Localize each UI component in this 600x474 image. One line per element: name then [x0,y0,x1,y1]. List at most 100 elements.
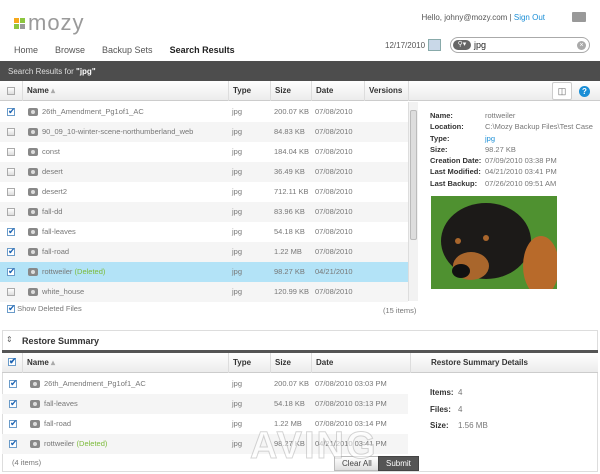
file-size: 36.49 KB [274,167,305,176]
table-row[interactable]: white_house jpg 120.99 KB 07/08/2010 [0,282,408,302]
mozy-logo[interactable]: mozy [14,10,85,36]
file-date: 07/08/2010 [315,147,353,156]
restore-title: Restore Summary [22,336,100,346]
row-checkbox[interactable] [9,438,18,449]
row-checkbox[interactable] [7,148,15,156]
user-greeting: Hello, johny@mozy.com | Sign Out [422,13,545,22]
row-checkbox[interactable] [7,266,16,277]
row-checkbox[interactable] [7,226,16,237]
file-date: 07/08/2010 [315,127,353,136]
select-all-checkbox[interactable] [7,87,15,95]
table-row[interactable]: fall-road jpg 1.22 MB 07/08/2010 [0,242,408,262]
book-icon[interactable]: ◫ [552,82,572,100]
table-row[interactable]: 26th_Amendment_Pg1of1_AC jpg 200.07 KB 0… [2,374,408,394]
file-size: 712.11 KB [274,187,309,196]
file-size: 184.04 KB [274,147,310,156]
table-row[interactable]: fall-leaves jpg 54.18 KB 07/08/2010 03:1… [2,394,408,414]
file-date: 07/08/2010 03:13 PM [315,399,387,408]
aving-watermark: AVING [250,425,378,468]
show-deleted-toggle[interactable]: Show Deleted Files [7,303,82,314]
table-row[interactable]: 26th_Amendment_Pg1of1_AC jpg 200.07 KB 0… [0,102,408,122]
restore-header: Name ▴ Type Size Date Restore Summary De… [2,353,598,373]
col-type[interactable]: Type [228,81,270,101]
file-size: 1.22 MB [274,247,302,256]
col-versions[interactable]: Versions [364,81,408,101]
help-icon[interactable]: ? [579,86,590,97]
nav-browse[interactable]: Browse [55,45,85,55]
clear-search-icon[interactable]: × [577,41,586,50]
nav-search-results[interactable]: Search Results [170,45,235,55]
image-file-icon [30,400,40,408]
logo-text: mozy [28,10,85,35]
nav-home[interactable]: Home [14,45,38,55]
detail-row: Creation Date: 07/09/2010 03:38 PM [430,156,557,166]
row-checkbox[interactable] [7,246,16,257]
file-name: fall-dd [42,207,63,216]
search-results-bar: Search Results for "jpg" [0,61,600,81]
row-checkbox[interactable] [9,418,18,429]
calendar-icon[interactable] [428,39,441,51]
search-icon[interactable]: ⚲▾ [453,40,471,50]
summary-row: Size: 1.56 MB [430,421,488,430]
image-file-icon [28,108,38,116]
row-checkbox[interactable] [7,106,16,117]
image-file-icon [28,128,38,136]
col-name[interactable]: Name ▴ [22,81,228,101]
sign-out-link[interactable]: Sign Out [514,13,545,22]
image-file-icon [30,380,40,388]
collapse-icon[interactable]: ⇕ [6,335,13,344]
image-file-icon [28,288,38,296]
nav-backup-sets[interactable]: Backup Sets [102,45,153,55]
col-size[interactable]: Size [270,81,311,101]
file-size: 200.07 KB [274,379,310,388]
table-row[interactable]: const jpg 184.04 KB 07/08/2010 [0,142,408,162]
image-file-icon [28,228,38,236]
file-name: const [42,147,60,156]
file-name: fall-road [44,419,72,428]
results-scrollbar[interactable] [408,102,418,301]
mail-icon[interactable] [572,12,586,22]
col-date[interactable]: Date [311,81,364,101]
file-date: 07/08/2010 [315,187,353,196]
row-checkbox[interactable] [7,168,15,176]
restore-col-name[interactable]: Name ▴ [22,353,228,373]
row-checkbox[interactable] [7,288,15,296]
file-preview-image [431,196,557,289]
show-deleted-checkbox[interactable] [7,303,16,314]
row-checkbox[interactable] [7,188,15,196]
file-date: 04/21/2010 [315,267,353,276]
file-type: jpg [232,419,243,428]
search-input[interactable]: ⚲▾ jpg × [450,37,590,53]
table-row[interactable]: desert2 jpg 712.11 KB 07/08/2010 [0,182,408,202]
scroll-thumb[interactable] [410,110,417,240]
table-row[interactable]: rottweiler (Deleted) jpg 98.27 KB 04/21/… [0,262,408,282]
table-row[interactable]: 90_09_10-winter-scene-northumberland_web… [0,122,408,142]
row-checkbox[interactable] [7,128,15,136]
file-name: rottweiler (Deleted) [42,267,106,276]
table-row[interactable]: fall-leaves jpg 54.18 KB 07/08/2010 [0,222,408,242]
file-size: 54.18 KB [274,399,305,408]
restore-col-date[interactable]: Date [311,353,410,373]
restore-select-all[interactable] [8,356,17,367]
table-row[interactable]: fall-dd jpg 83.96 KB 07/08/2010 [0,202,408,222]
summary-row: Items: 4 [430,388,463,397]
restore-col-type[interactable]: Type [228,353,270,373]
file-name: fall-leaves [42,227,76,236]
file-size: 120.99 KB [274,287,310,296]
image-file-icon [30,440,40,448]
table-row[interactable]: desert jpg 36.49 KB 07/08/2010 [0,162,408,182]
file-type: jpg [232,247,243,256]
restore-col-size[interactable]: Size [270,353,311,373]
file-date: 07/08/2010 [315,227,353,236]
bar-query: "jpg" [76,67,96,76]
row-checkbox[interactable] [9,398,18,409]
row-checkbox[interactable] [7,208,15,216]
detail-row: Name: rottweiler [430,111,516,120]
restore-count: (4 items) [12,458,42,467]
file-type: jpg [232,439,243,448]
file-size: 54.18 KB [274,227,305,236]
file-type: jpg [232,187,243,196]
submit-button[interactable]: Submit [378,456,419,471]
row-checkbox[interactable] [9,378,18,389]
image-file-icon [28,248,38,256]
